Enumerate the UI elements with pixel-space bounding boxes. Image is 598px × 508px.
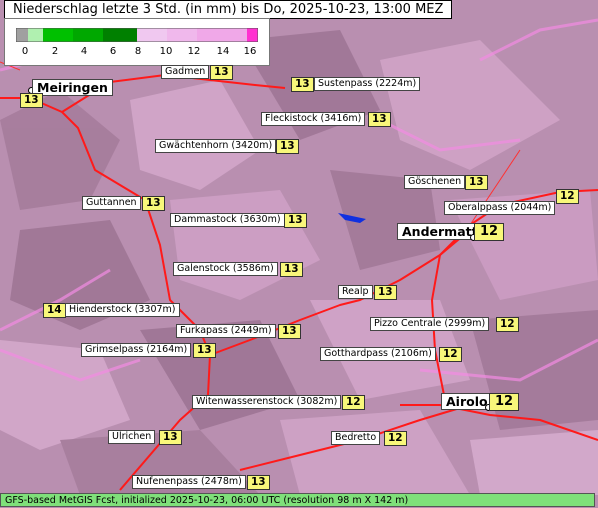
legend-tick: 10 xyxy=(159,46,173,57)
value-badge-witenwasserenstock: 12 xyxy=(342,395,365,410)
place-label-nufenenpass[interactable]: Nufenenpass (2478m) xyxy=(132,475,246,489)
legend-swatch-3 xyxy=(73,28,103,42)
value-badge-guttannen: 13 xyxy=(142,196,165,211)
place-label-guttannen[interactable]: Guttannen xyxy=(82,196,141,210)
map-title: Niederschlag letzte 3 Std. (in mm) bis D… xyxy=(4,0,453,19)
legend-swatch-1 xyxy=(28,28,43,42)
value-badge-hienderstock: 14 xyxy=(43,303,66,318)
value-badge-grimselpass: 13 xyxy=(193,343,216,358)
value-badge-ulrichen: 13 xyxy=(159,430,182,445)
value-badge-andermatt: 12 xyxy=(474,223,505,241)
legend-swatch-6 xyxy=(167,28,197,42)
place-label-witenwasserenstock[interactable]: Witenwasserenstock (3082m) xyxy=(192,395,342,409)
legend: 0 2 4 6 8 10 12 14 16 xyxy=(4,18,270,66)
legend-swatch-2 xyxy=(43,28,73,42)
legend-tick: 14 xyxy=(216,46,230,57)
value-badge-fleckistock: 13 xyxy=(368,112,391,127)
place-label-meiringen[interactable]: Meiringen xyxy=(32,79,113,96)
value-badge-furkapass: 13 xyxy=(278,324,301,339)
legend-tick: 16 xyxy=(243,46,257,57)
place-label-dammastock[interactable]: Dammastock (3630m) xyxy=(170,213,285,227)
legend-tick: 0 xyxy=(21,46,29,57)
value-badge-airolo: 12 xyxy=(489,393,520,411)
value-badge-goeschenen: 13 xyxy=(465,175,488,190)
place-label-gwaechtenhorn[interactable]: Gwächtenhorn (3420m) xyxy=(155,139,277,153)
value-badge-pizzo-centrale: 12 xyxy=(496,317,519,332)
place-label-goeschenen[interactable]: Göschenen xyxy=(404,175,466,189)
legend-color-bar xyxy=(16,28,258,42)
value-badge-sustenpass: 13 xyxy=(291,77,314,92)
place-label-grimselpass[interactable]: Grimselpass (2164m) xyxy=(81,343,192,357)
value-badge-nufenenpass: 13 xyxy=(247,475,270,490)
place-label-oberalppass[interactable]: Oberalppass (2044m) xyxy=(444,201,556,215)
place-label-galenstock[interactable]: Galenstock (3586m) xyxy=(173,262,278,276)
place-label-gotthardpass[interactable]: Gotthardpass (2106m) xyxy=(320,347,436,361)
value-badge-realp: 13 xyxy=(374,285,397,300)
legend-swatch-0 xyxy=(16,28,28,42)
value-badge-gadmen: 13 xyxy=(210,65,233,80)
value-badge-gwaechtenhorn: 13 xyxy=(276,139,299,154)
place-label-ulrichen[interactable]: Ulrichen xyxy=(108,430,156,444)
value-badge-oberalppass: 12 xyxy=(556,189,579,204)
legend-tick: 6 xyxy=(109,46,117,57)
legend-tick: 4 xyxy=(80,46,88,57)
value-badge-galenstock: 13 xyxy=(280,262,303,277)
place-label-sustenpass[interactable]: Sustenpass (2224m) xyxy=(314,77,421,91)
place-label-furkapass[interactable]: Furkapass (2449m) xyxy=(176,324,276,338)
legend-swatch-7 xyxy=(197,28,247,42)
value-badge-bedretto: 12 xyxy=(384,431,407,446)
legend-tick: 2 xyxy=(51,46,59,57)
forecast-footer: GFS-based MetGIS Fcst, initialized 2025-… xyxy=(0,493,595,507)
value-badge-gotthardpass: 12 xyxy=(439,347,462,362)
legend-swatch-4 xyxy=(103,28,137,42)
place-label-hienderstock[interactable]: Hienderstock (3307m) xyxy=(65,303,180,317)
value-badge-dammastock: 13 xyxy=(284,213,307,228)
value-badge-meiringen: 13 xyxy=(20,93,43,108)
place-label-realp[interactable]: Realp xyxy=(338,285,373,299)
legend-tick: 12 xyxy=(187,46,201,57)
place-label-fleckistock[interactable]: Fleckistock (3416m) xyxy=(261,112,366,126)
legend-swatch-8 xyxy=(247,28,258,42)
legend-swatch-5 xyxy=(137,28,167,42)
place-label-bedretto[interactable]: Bedretto xyxy=(331,431,381,445)
place-label-gadmen[interactable]: Gadmen xyxy=(161,65,210,79)
legend-tick: 8 xyxy=(134,46,142,57)
place-label-pizzo-centrale[interactable]: Pizzo Centrale (2999m) xyxy=(370,317,490,331)
